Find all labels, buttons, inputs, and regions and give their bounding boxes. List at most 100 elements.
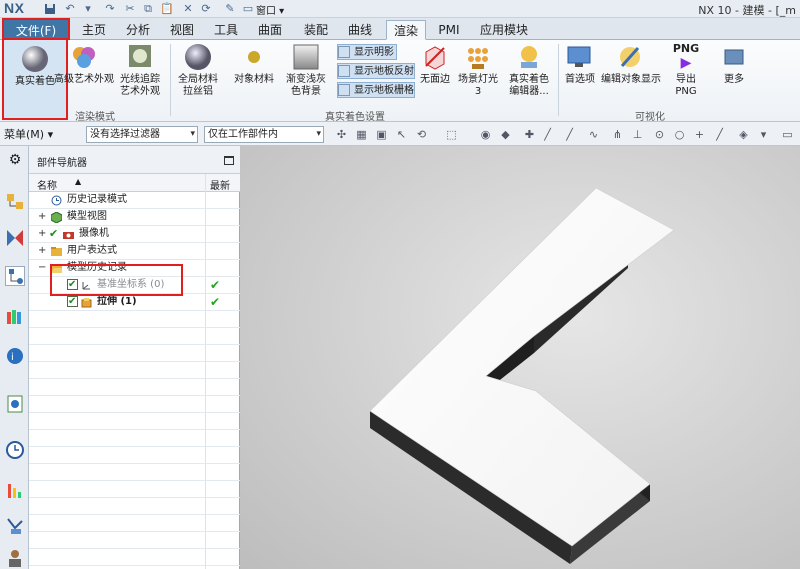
plus-icon[interactable]: +	[692, 127, 707, 142]
expand-icon[interactable]: +	[38, 243, 46, 259]
scene-light-button[interactable]: 场景灯光 3	[454, 42, 502, 98]
intersection-icon[interactable]: ⋔	[610, 127, 625, 142]
preferences-button[interactable]: 首选项	[562, 42, 598, 86]
tab-assembly[interactable]: 装配	[298, 20, 334, 40]
curve-point-icon[interactable]: ∿	[586, 127, 601, 142]
undo-dropdown-icon[interactable]: ▾	[82, 3, 94, 15]
circle-icon[interactable]: ○	[672, 127, 687, 142]
end-point-icon[interactable]: ╱	[540, 127, 555, 142]
column-name[interactable]: 名称	[37, 177, 57, 192]
role-icon[interactable]	[5, 548, 25, 568]
tab-render[interactable]: 渲染	[386, 20, 426, 40]
undo-icon[interactable]: ↶	[64, 3, 76, 15]
scope-select[interactable]: 仅在工作部件内 ▾	[204, 126, 324, 143]
menu-button[interactable]: 菜单(M) ▾	[4, 126, 53, 142]
redo-icon[interactable]: ↷	[104, 3, 116, 15]
assembly-navigator-icon[interactable]	[5, 192, 25, 212]
tab-home[interactable]: 主页	[76, 20, 112, 40]
tab-file[interactable]: 文件(F)	[2, 18, 70, 40]
show-floor-grid-toggle[interactable]: 显示地板栅格	[337, 82, 415, 98]
options-icon[interactable]: ▭	[780, 127, 795, 142]
empty-row	[29, 464, 240, 481]
visibility-checkbox[interactable]	[67, 294, 78, 310]
snap-point-icon[interactable]: ✚	[522, 127, 537, 142]
extrude-icon	[81, 297, 92, 308]
cut-icon[interactable]: ✂	[124, 3, 136, 15]
tree-row-cameras[interactable]: + ✔ 摄像机	[29, 226, 240, 243]
export-png-button[interactable]: PNG ▶ 导出 PNG	[664, 42, 708, 98]
shading-editor-icon	[514, 42, 544, 72]
expand-icon[interactable]: +	[38, 209, 46, 225]
gear-icon[interactable]: ⚙	[5, 152, 25, 172]
hd3d-tools-icon[interactable]: i	[5, 346, 25, 366]
view-icon[interactable]: ◉	[478, 127, 493, 142]
pointer-icon[interactable]: ↖	[394, 127, 409, 142]
more-button[interactable]: 更多	[716, 42, 752, 86]
part-navigator-icon[interactable]	[5, 266, 25, 286]
tab-tools[interactable]: 工具	[208, 20, 244, 40]
perpendicular-icon[interactable]: ⊥	[630, 127, 645, 142]
center-icon[interactable]: ⊙	[652, 127, 667, 142]
select-icon[interactable]: ▦	[354, 127, 369, 142]
face-point-icon[interactable]: ◈	[736, 127, 751, 142]
paste-icon[interactable]: 📋	[160, 3, 174, 15]
manufacturing-wizard-icon[interactable]	[5, 516, 25, 536]
web-browser-icon[interactable]	[5, 394, 25, 414]
ray-trace-art-button[interactable]: 光线追踪 艺术外观	[116, 42, 164, 98]
save-icon[interactable]	[44, 3, 56, 15]
tab-analysis[interactable]: 分析	[120, 20, 156, 40]
tab-applications[interactable]: 应用模块	[474, 20, 534, 40]
edit-display-icon	[616, 42, 646, 72]
graphics-window[interactable]	[240, 146, 800, 569]
midpoint-icon[interactable]: ╱	[562, 127, 577, 142]
snap-icon[interactable]: ✣	[334, 127, 349, 142]
reuse-library-icon[interactable]	[5, 306, 25, 326]
empty-row	[29, 430, 240, 447]
tree-row-model-views[interactable]: + 模型视图	[29, 209, 240, 226]
empty-row	[29, 311, 240, 328]
tab-surface[interactable]: 曲面	[252, 20, 288, 40]
refresh-icon[interactable]: ⟲	[414, 127, 429, 142]
process-studio-icon[interactable]	[5, 480, 25, 500]
collapse-icon[interactable]: −	[38, 260, 46, 276]
window-menu[interactable]: 窗口 ▾	[256, 2, 284, 17]
object-material-button[interactable]: 对象材料	[230, 42, 278, 86]
tree-row-extrude[interactable]: 拉伸 (1) ✔	[29, 294, 240, 311]
maximize-icon[interactable]	[224, 156, 234, 165]
tab-curve[interactable]: 曲线	[342, 20, 378, 40]
tree-row-user-expressions[interactable]: + 用户表达式	[29, 243, 240, 260]
touch-mode-icon[interactable]: ✎	[224, 3, 236, 15]
repeat-command-icon[interactable]: ⟳	[200, 3, 212, 15]
selection-bar: 菜单(M) ▾ 没有选择过滤器 ▾ 仅在工作部件内 ▾ ✣ ▦ ▣ ↖ ⟲ ⬚ ◉ …	[0, 122, 800, 146]
ribbon: 真实着色 高级艺术外观 光线追踪 艺术外观 渲染模式 全局材料 拉丝铝 对象材料…	[0, 38, 800, 123]
cube-icon[interactable]: ◆	[498, 127, 513, 142]
navigator-title: 部件导航器	[37, 158, 87, 169]
show-highlight-toggle[interactable]: 显示明影	[337, 44, 397, 60]
shaded-sphere-icon	[20, 44, 50, 74]
tab-view[interactable]: 视图	[164, 20, 200, 40]
column-latest[interactable]: 最新	[210, 177, 230, 192]
select-box-icon[interactable]: ▣	[374, 127, 389, 142]
history-icon[interactable]	[5, 440, 25, 460]
navigator-header: 部件导航器	[29, 146, 240, 174]
tab-pmi[interactable]: PMI	[432, 20, 466, 40]
dropdown-icon[interactable]: ▾	[756, 127, 771, 142]
rectangle-select-icon[interactable]: ⬚	[444, 127, 459, 142]
advanced-art-appearance-button[interactable]: 高级艺术外观	[54, 42, 114, 86]
copy-icon[interactable]: ⧉	[142, 3, 154, 15]
gradient-background-button[interactable]: 渐变浅灰 色背景	[284, 42, 328, 98]
realistic-shading-editor-button[interactable]: 真实着色 编辑器...	[504, 42, 554, 98]
edit-object-display-button[interactable]: 编辑对象显示	[600, 42, 662, 86]
floor-reflection-icon	[338, 65, 350, 77]
window-switch-icon[interactable]: ▭	[242, 3, 254, 15]
global-material-button[interactable]: 全局材料 拉丝铝	[174, 42, 222, 98]
expand-icon[interactable]: +	[38, 226, 46, 242]
type-filter-select[interactable]: 没有选择过滤器 ▾	[86, 126, 198, 143]
show-floor-reflection-toggle[interactable]: 显示地板反射	[337, 63, 415, 79]
line-icon[interactable]: ╱	[712, 127, 727, 142]
sort-ascending-icon[interactable]: ▲	[75, 177, 81, 186]
delete-icon[interactable]: ✕	[182, 3, 194, 15]
tree-row-history-mode[interactable]: 历史记录模式	[29, 192, 240, 209]
no-face-edge-button[interactable]: 无面边	[418, 42, 452, 86]
constraint-navigator-icon[interactable]	[5, 228, 25, 248]
